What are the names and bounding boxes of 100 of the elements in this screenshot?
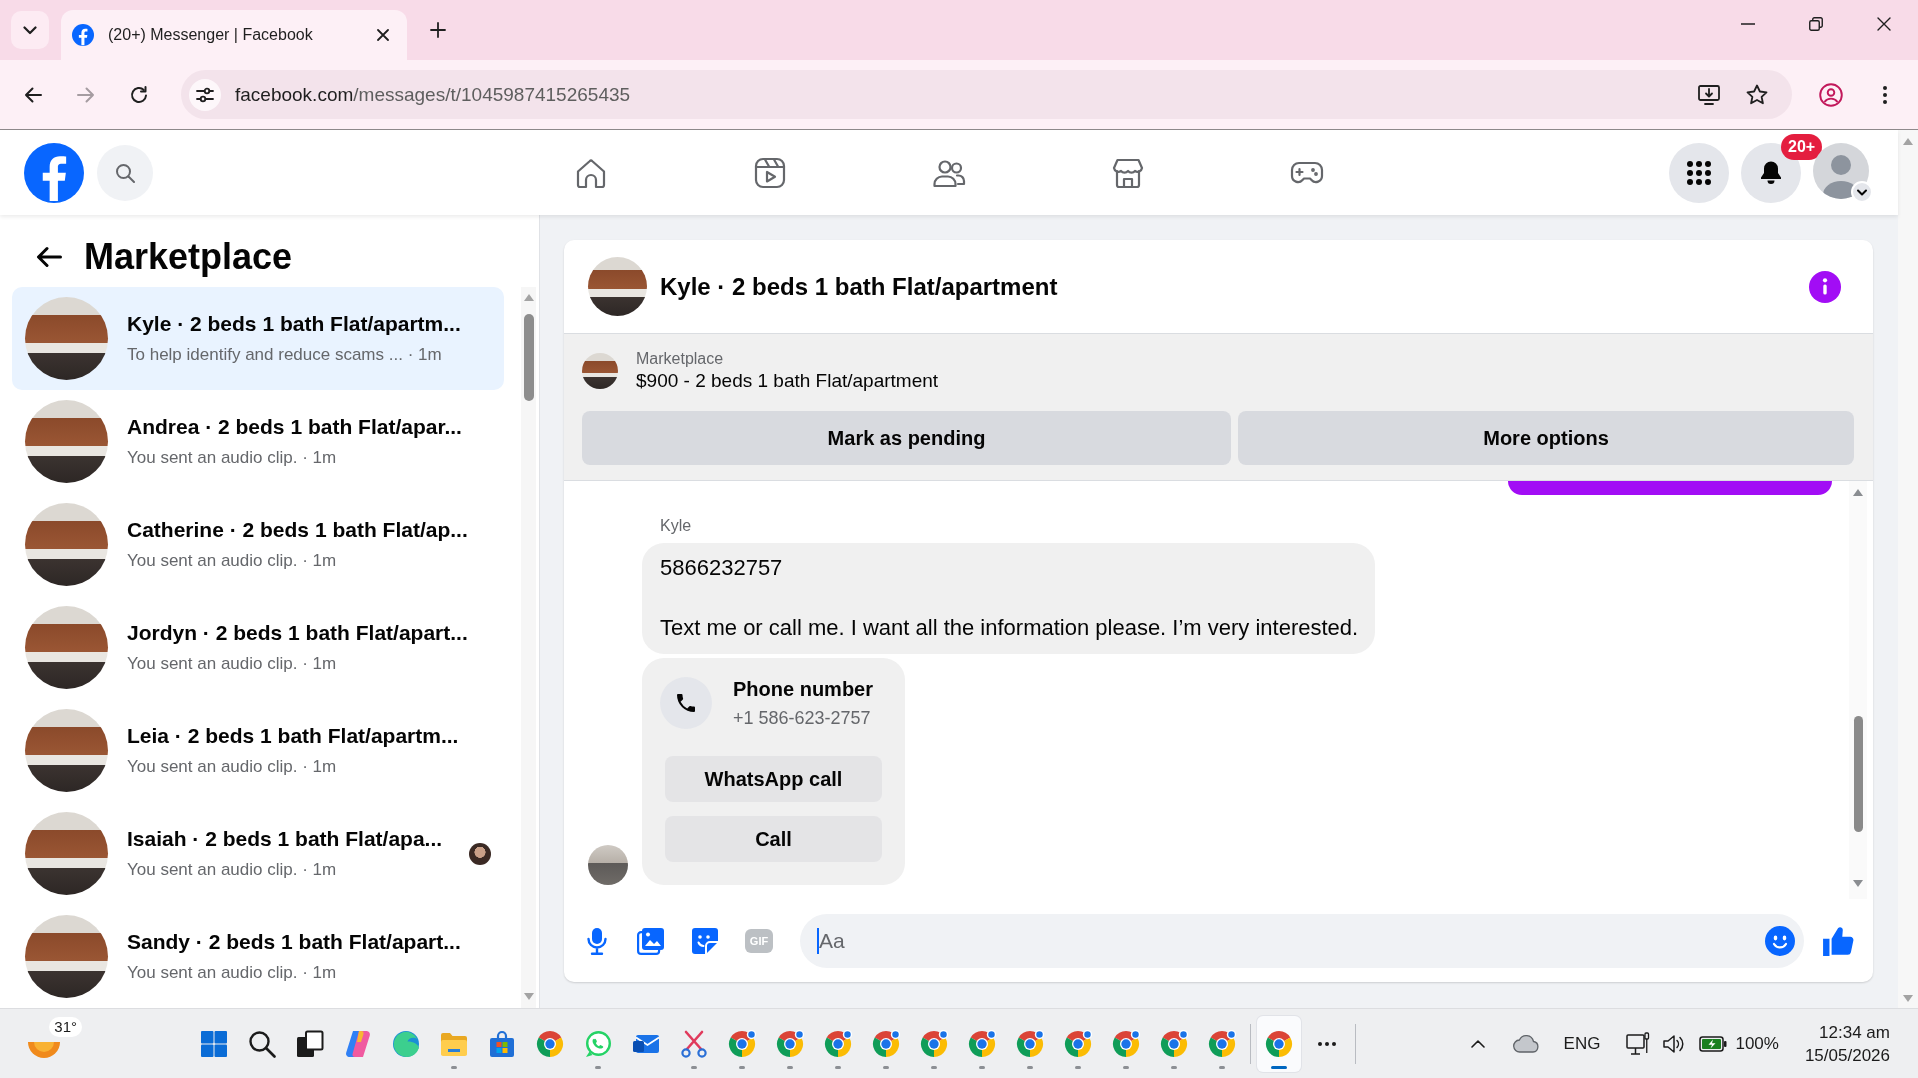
browser-icon: [536, 1029, 564, 1058]
chat-title: Kyle · 2 beds 1 bath Flat/apartment: [660, 272, 1058, 301]
conversation-snippet: You sent an audio clip. · 1m: [127, 549, 337, 572]
contact-title: Phone number: [733, 677, 873, 702]
contact-action-button[interactable]: Call: [665, 816, 882, 862]
logo-icon[interactable]: [24, 142, 84, 203]
url-text[interactable]: facebook.com/messages/t/1045987415265435: [235, 83, 631, 106]
scrollbar-thumb[interactable]: [1853, 716, 1863, 832]
conversation-item[interactable]: Leia · 2 beds 1 bath Flat/apartm... You sent an audio clip. · 1m: [12, 699, 504, 802]
thumbs-up-icon[interactable]: [1822, 924, 1854, 957]
conversation-item[interactable]: Andrea · 2 beds 1 bath Flat/apar... You sent an audio clip. · 1m: [12, 390, 504, 493]
message-text: Text me or call me. I want all the information please. I’m very interested.: [660, 615, 1359, 641]
text-cursor-icon: [817, 927, 819, 954]
language-button[interactable]: ENG: [1553, 1023, 1611, 1064]
more-dots-icon: [1318, 1041, 1336, 1046]
photo-icon[interactable]: [637, 926, 665, 955]
browser-icon: [1265, 1029, 1293, 1058]
scroll-down-icon[interactable]: [1853, 880, 1863, 887]
account-button[interactable]: [1813, 142, 1873, 203]
conversation-item[interactable]: Isaiah · 2 beds 1 bath Flat/apa... You sent an audio clip. · 1m: [12, 802, 504, 905]
chat-bubble-icon: [584, 1029, 612, 1058]
address-bar[interactable]: facebook.com/messages/t/1045987415265435: [181, 70, 1792, 119]
plus-icon: [430, 22, 446, 38]
browser-icon: [872, 1029, 900, 1058]
browser-icon: [776, 1029, 804, 1058]
browser-icon: [1160, 1029, 1188, 1058]
minimize-icon: [1741, 23, 1755, 25]
restore-icon: [1809, 17, 1823, 31]
site-info-button[interactable]: [189, 78, 221, 111]
conversation-item[interactable]: Sandy · 2 beds 1 bath Flat/apart... You sent an audio clip. · 1m: [12, 905, 504, 1008]
conversation-snippet: You sent an audio clip. · 1m: [127, 446, 337, 469]
scrollbar-thumb[interactable]: [523, 314, 534, 401]
scroll-up-icon[interactable]: [1903, 138, 1913, 145]
scroll-up-icon[interactable]: [1853, 489, 1863, 496]
scrollbar[interactable]: [521, 287, 536, 1008]
contact-action-button[interactable]: WhatsApp call: [665, 756, 882, 802]
search-icon: [248, 1029, 276, 1058]
browser-icon: [1016, 1029, 1044, 1058]
logo-icon: [72, 24, 94, 46]
browser-icon: [824, 1029, 852, 1058]
grid-icon: [1687, 160, 1711, 185]
conversation-title: Catherine · 2 beds 1 bath Flat/ap...: [127, 517, 468, 542]
shopping-bag-icon: [488, 1029, 516, 1058]
sender-name: Kyle: [660, 516, 692, 536]
chevron-down-icon: [23, 25, 37, 35]
sidebar-title: Marketplace: [84, 236, 293, 278]
sliders-icon: [196, 86, 214, 103]
scroll-up-icon[interactable]: [523, 294, 534, 301]
video-icon: [752, 155, 787, 190]
monitor-download-icon: [1698, 84, 1720, 105]
conversation-snippet: You sent an audio clip. · 1m: [127, 858, 337, 881]
scrollbar[interactable]: [1849, 481, 1867, 899]
conversation-snippet: You sent an audio clip. · 1m: [127, 961, 337, 984]
page-scrollbar[interactable]: [1898, 130, 1918, 1008]
info-icon[interactable]: [1809, 270, 1841, 303]
close-icon: [377, 29, 389, 41]
browser-icon: [920, 1029, 948, 1058]
conversation-title: Jordyn · 2 beds 1 bath Flat/apart...: [127, 620, 468, 645]
message-input[interactable]: Aa: [800, 913, 1804, 968]
start-icon: [200, 1029, 228, 1058]
search-icon: [115, 162, 135, 183]
conversation-title: Isaiah · 2 beds 1 bath Flat/apa...: [127, 826, 443, 851]
vertical-dots-icon: [1883, 85, 1887, 104]
star-icon: [1746, 84, 1768, 105]
phone-number: +1 586-623-2757: [733, 707, 871, 730]
message-text: 5866232757: [660, 555, 784, 581]
sender-avatar: [588, 845, 628, 885]
back-arrow-icon[interactable]: [36, 246, 62, 268]
conversation-snippet: You sent an audio clip. · 1m: [127, 755, 337, 778]
browser-tab[interactable]: (20+) Messenger | Facebook: [61, 10, 407, 60]
sticker-icon[interactable]: [691, 926, 719, 955]
forward-arrow-icon: [77, 86, 95, 103]
close-icon: [1877, 17, 1891, 31]
scroll-down-icon[interactable]: [1903, 995, 1913, 1002]
cloud-icon: [1512, 1034, 1539, 1053]
scroll-down-icon[interactable]: [523, 993, 534, 1000]
conversation-item[interactable]: Jordyn · 2 beds 1 bath Flat/apart... You sent an audio clip. · 1m: [12, 596, 504, 699]
conversation-title: Andrea · 2 beds 1 bath Flat/apar...: [127, 414, 462, 439]
wave-icon: [392, 1029, 420, 1058]
monitor-icon: [1626, 1031, 1651, 1056]
listing-description: $900 - 2 beds 1 bath Flat/apartment: [636, 369, 939, 393]
weather-button[interactable]: 31°: [14, 1015, 82, 1072]
listing-photo: [582, 353, 618, 389]
conversation-item[interactable]: Catherine · 2 beds 1 bath Flat/ap... You sent an audio clip. · 1m: [12, 493, 504, 596]
quick-settings-button[interactable]: 100%: [1618, 1023, 1787, 1064]
clock-date[interactable]: 15/05/2026: [1804, 1043, 1890, 1067]
battery-icon: [1699, 1035, 1728, 1052]
tab-search-button[interactable]: [11, 11, 49, 49]
emoji-icon[interactable]: [1765, 925, 1795, 956]
listing-action-button[interactable]: More options: [1238, 411, 1854, 465]
listing-action-button[interactable]: Mark as pending: [582, 411, 1231, 465]
clock-time[interactable]: 12:34 am: [1819, 1020, 1890, 1044]
reload-icon: [130, 85, 148, 104]
conversation-item[interactable]: Kyle · 2 beds 1 bath Flat/apartm... To help identify and reduce scams ... · 1m: [12, 287, 504, 390]
microphone-icon[interactable]: [587, 926, 607, 955]
conversation-title: Kyle · 2 beds 1 bath Flat/apartm...: [127, 311, 461, 336]
listing-source: Marketplace: [636, 349, 724, 369]
phone-icon: [660, 677, 712, 729]
conversation-title: Sandy · 2 beds 1 bath Flat/apart...: [127, 929, 461, 954]
conversation-snippet: You sent an audio clip. · 1m: [127, 652, 337, 675]
